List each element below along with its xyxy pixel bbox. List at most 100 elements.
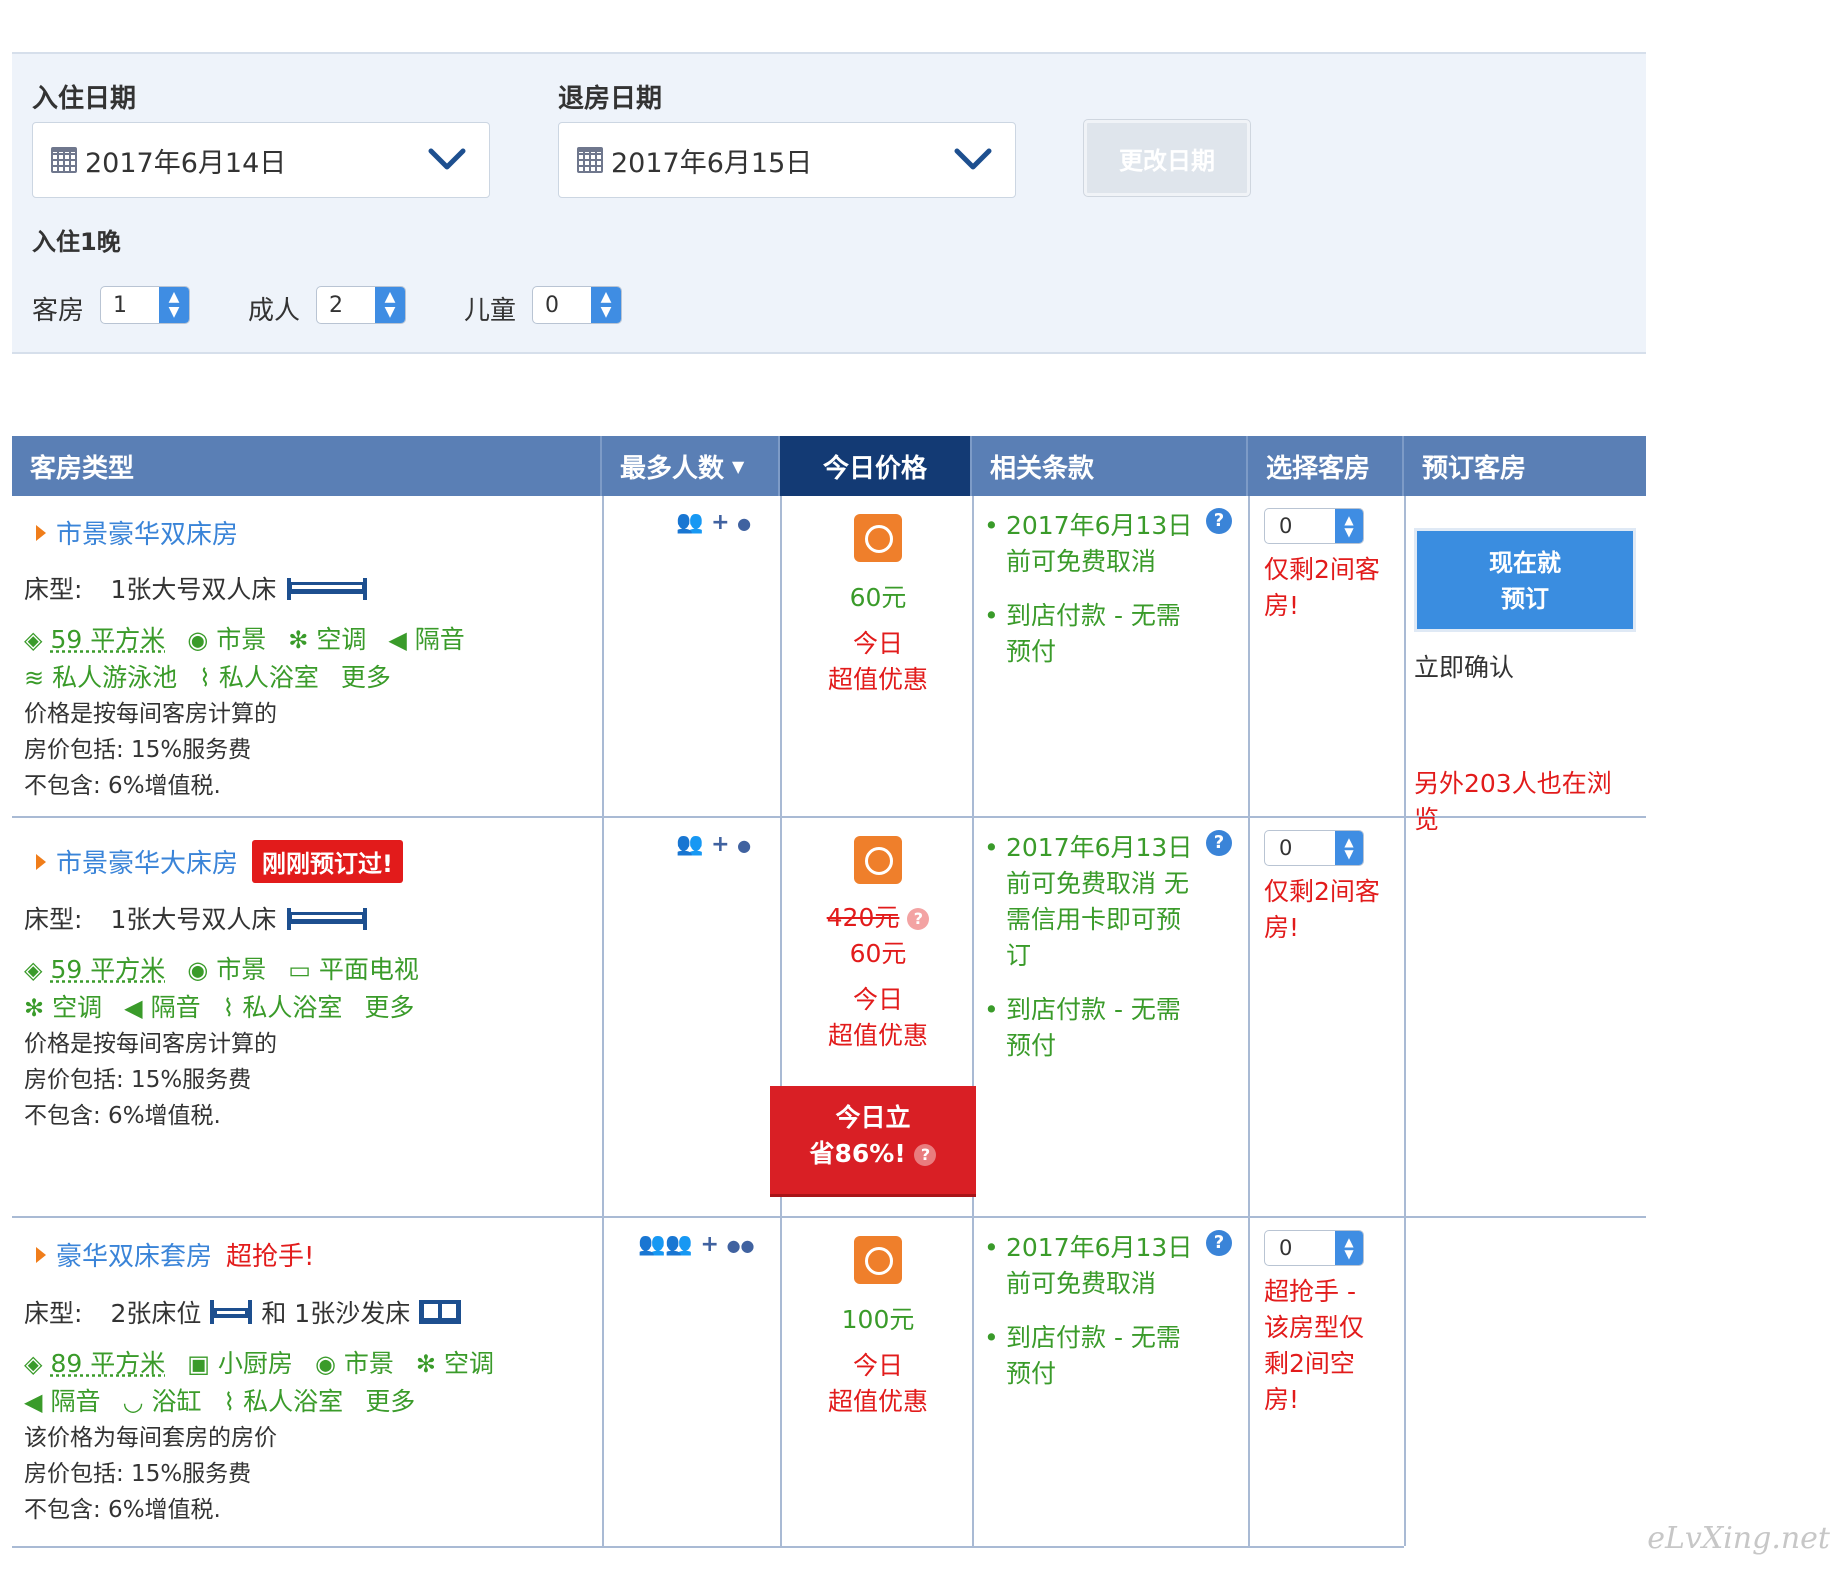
room-qty-select[interactable]: 0 ▲ ▼	[1264, 830, 1364, 866]
term-item: 2017年6月13日前可免费取消 无需信用卡即可预订	[984, 830, 1204, 974]
room-features: ◈ 89 平方米 ▣ 小厨房 ◉ 市景 ✻ 空调	[24, 1346, 516, 1382]
book-now-button[interactable]: 现在就 预订	[1414, 528, 1636, 632]
deal-label: 超值优惠	[827, 1021, 928, 1050]
chevron-down-icon	[428, 148, 466, 170]
feature-text: 私人浴室	[243, 1387, 344, 1416]
table-header: 客房类型 最多人数 ▼ 今日价格 相关条款 选择客房 预订客房	[12, 436, 1646, 496]
spinner-arrows-icon[interactable]: ▲ ▼	[375, 287, 405, 323]
room-name-text: 豪华双床套房	[56, 1242, 213, 1272]
rooms-stepper[interactable]: 1 ▲ ▼	[100, 286, 190, 324]
feature-view: ◉ 市景	[187, 622, 266, 658]
room-price-info: 该价格为每间套房的房价 房价包括: 15%服务费 不包含: 6%增值税.	[24, 1420, 277, 1528]
header-max-people[interactable]: 最多人数 ▼	[602, 436, 780, 496]
help-icon[interactable]: ?	[1206, 508, 1232, 534]
spinner-arrows-icon[interactable]: ▲ ▼	[1335, 831, 1363, 865]
deal-label: 今日	[852, 985, 903, 1014]
feature-area: ◈ 59 平方米	[24, 952, 165, 988]
deal-label: 超值优惠	[827, 665, 928, 694]
speaker-icon: ◀	[24, 1388, 43, 1416]
room-name-link[interactable]: 豪华双床套房 超抢手!	[36, 1236, 314, 1273]
viewers-count: 另外203人也在浏览	[1414, 769, 1612, 834]
watermark: eLvXing.net	[1647, 1521, 1830, 1556]
checkout-date-select[interactable]: 2017年6月15日	[558, 122, 1016, 198]
speaker-icon: ◀	[388, 626, 407, 654]
savings-badge: 今日立 省86%! ?	[770, 1086, 976, 1194]
info-line: 不包含: 6%增值税.	[24, 773, 221, 799]
price-block: 100元 今日 超值优惠	[782, 1236, 974, 1418]
room-features: ◈ 59 平方米 ◉ 市景 ✻ 空调 ◀ 隔音	[24, 622, 487, 658]
price-help-icon[interactable]: ?	[907, 908, 930, 930]
rooms-label: 客房	[32, 296, 85, 326]
room-features: ◀ 隔音 ◡ 浴缸 ⌇ 私人浴室 更多	[24, 1384, 437, 1420]
checkin-date-value: 2017年6月14日	[85, 147, 287, 179]
spinner-arrows-icon[interactable]: ▲ ▼	[1335, 1231, 1363, 1265]
feature-text: 隔音	[150, 993, 201, 1022]
checkin-date-select[interactable]: 2017年6月14日	[32, 122, 490, 198]
bed-type: 床型: 1张大号双人床	[24, 900, 368, 936]
double-bed-icon	[287, 578, 368, 600]
shower-icon: ⌇	[222, 994, 235, 1022]
qty-value: 0	[1279, 1236, 1293, 1260]
feature-soundproof: ◀ 隔音	[388, 622, 464, 658]
room-name-link[interactable]: 市景豪华双床房	[36, 514, 238, 551]
feature-text: 59 平方米	[50, 955, 166, 984]
feature-text: 市景	[216, 955, 267, 984]
feature-text: 市景	[216, 625, 267, 654]
room-qty-select[interactable]: 0 ▲ ▼	[1264, 508, 1364, 544]
spinner-arrows-icon[interactable]: ▲ ▼	[159, 287, 189, 323]
price-block: 60元 今日 超值优惠	[782, 514, 974, 696]
children-label: 儿童	[464, 296, 517, 326]
feature-text: 私人浴室	[242, 993, 343, 1022]
eye-icon: ◉	[187, 956, 209, 984]
feature-ac: ✻ 空调	[288, 622, 366, 658]
nights-count: 入住1晚	[32, 228, 121, 256]
rooms-left-text: 仅剩2间客房!	[1264, 877, 1380, 942]
spinner-arrows-icon[interactable]: ▲ ▼	[591, 287, 621, 323]
adults-stepper[interactable]: 2 ▲ ▼	[316, 286, 406, 324]
change-dates-button[interactable]: 更改日期	[1084, 120, 1250, 196]
room-name-link[interactable]: 市景豪华大床房 刚刚预订过!	[36, 840, 403, 883]
snowflake-icon: ✻	[288, 626, 309, 654]
spinner-arrows-icon[interactable]: ▲ ▼	[1335, 509, 1363, 543]
feature-view: ◉ 市景	[187, 952, 266, 988]
help-icon[interactable]: ?	[1206, 830, 1232, 856]
sort-down-icon: ▼	[732, 456, 745, 476]
feature-bathtub: ◡ 浴缸	[122, 1384, 201, 1420]
info-line: 房价包括: 15%服务费	[24, 1461, 252, 1487]
more-features-link[interactable]: 更多	[341, 660, 391, 696]
bed-value: 1张大号双人床	[110, 575, 277, 604]
kitchenette-icon: ▣	[187, 1350, 210, 1378]
term-item: 到店付款 - 无需预付	[984, 992, 1204, 1064]
info-line: 价格是按每间客房计算的	[24, 701, 277, 727]
header-today-price[interactable]: 今日价格	[780, 436, 972, 496]
hot-label: 超抢手!	[226, 1242, 315, 1272]
header-max-people-label: 最多人数	[620, 453, 725, 484]
room-qty-select[interactable]: 0 ▲ ▼	[1264, 1230, 1364, 1266]
snowflake-icon: ✻	[415, 1350, 437, 1378]
sofa-bed-icon	[419, 1300, 462, 1324]
more-features-link[interactable]: 更多	[364, 990, 414, 1026]
savings-help-icon[interactable]: ?	[914, 1144, 937, 1166]
bed-label: 床型:	[24, 905, 83, 934]
swimmer-icon: ≋	[24, 664, 45, 692]
bed-value: 1张大号双人床	[110, 905, 277, 934]
adults-value: 2	[329, 292, 343, 318]
feature-text: 平面电视	[318, 955, 419, 984]
savings-line: 今日立	[835, 1103, 911, 1132]
just-booked-badge: 刚刚预订过!	[252, 840, 403, 883]
help-icon[interactable]: ?	[1206, 1230, 1232, 1256]
feature-view: ◉ 市景	[315, 1346, 394, 1382]
header-select-room: 选择客房	[1248, 436, 1404, 496]
children-stepper[interactable]: 0 ▲ ▼	[532, 286, 622, 324]
rooms-left-text: 超抢手 - 该房型仅剩2间空房!	[1264, 1277, 1365, 1414]
feature-soundproof: ◀ 隔音	[124, 990, 200, 1026]
more-features-link[interactable]: 更多	[365, 1384, 415, 1420]
feature-text: 89 平方米	[50, 1349, 166, 1378]
terms-list: 2017年6月13日前可免费取消 到店付款 - 无需预付	[984, 1230, 1204, 1410]
term-item: 到店付款 - 无需预付	[984, 1320, 1204, 1392]
info-line: 房价包括: 15%服务费	[24, 737, 252, 763]
feature-bathroom: ⌇ 私人浴室	[223, 990, 343, 1026]
feature-area: ◈ 89 平方米	[24, 1346, 165, 1382]
feature-ac: ✻ 空调	[24, 990, 102, 1026]
feature-kitchen: ▣ 小厨房	[187, 1346, 293, 1382]
